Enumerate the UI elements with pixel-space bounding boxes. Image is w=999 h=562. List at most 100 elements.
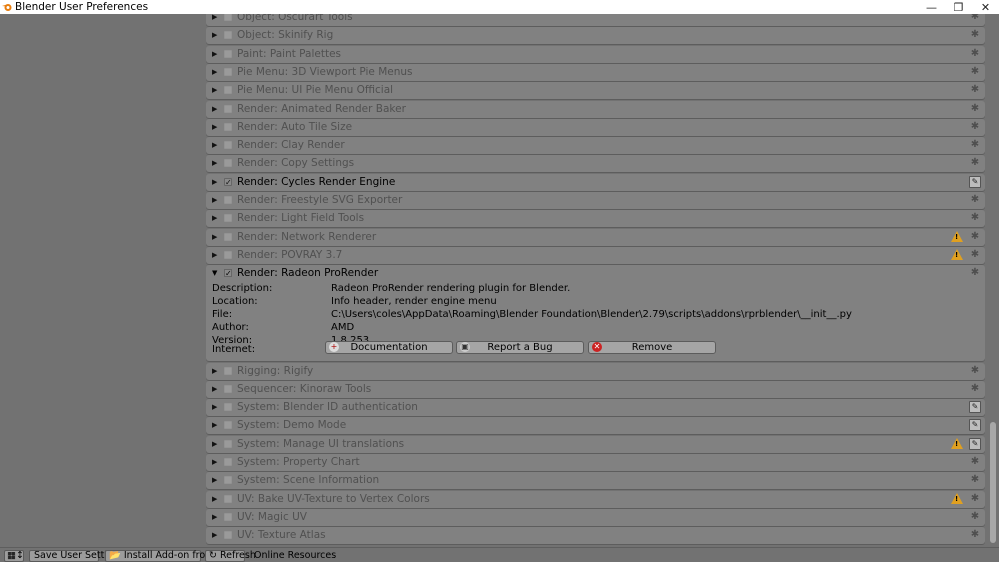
- addon-name: Render: Cycles Render Engine: [237, 175, 396, 188]
- online-resources-menu[interactable]: Online Resources: [251, 550, 339, 562]
- expand-arrow-icon[interactable]: ▶: [212, 454, 220, 471]
- expand-arrow-icon[interactable]: ▶: [212, 509, 220, 526]
- detail-label: Description:: [212, 283, 273, 295]
- addon-name: Render: Radeon ProRender: [237, 267, 379, 280]
- addon-enable-checkbox[interactable]: [224, 14, 232, 21]
- save-user-settings-button[interactable]: Save User Settings: [29, 550, 124, 562]
- expand-arrow-icon[interactable]: ▶: [212, 472, 220, 489]
- addon-name: System: Demo Mode: [237, 419, 347, 432]
- addon-enable-checkbox[interactable]: ✓: [224, 269, 232, 278]
- addon-enable-checkbox[interactable]: [224, 159, 232, 168]
- user-icon: ✱: [970, 474, 980, 486]
- addon-enable-checkbox[interactable]: [224, 421, 232, 430]
- editor-type-button[interactable]: ▦↕: [4, 550, 24, 562]
- expand-arrow-icon[interactable]: ▶: [212, 174, 220, 191]
- addon-enable-checkbox[interactable]: [224, 141, 232, 150]
- addon-row: ▶ Render: POVRAY 3.7 ✱!: [206, 246, 985, 264]
- expand-arrow-icon[interactable]: ▶: [212, 192, 220, 209]
- addon-enable-checkbox[interactable]: [224, 403, 232, 412]
- expand-arrow-icon[interactable]: ▶: [212, 417, 220, 434]
- minimize-icon: —: [926, 0, 937, 14]
- window-titlebar: Blender User Preferences — ❐ ✕: [0, 0, 999, 14]
- minimize-button[interactable]: —: [918, 0, 945, 14]
- install-addon-button[interactable]: 📂 Install Add-on from File...: [105, 550, 242, 562]
- user-icon: ✱: [970, 157, 980, 169]
- addon-name: Object: Oscurart Tools: [237, 14, 353, 23]
- expand-arrow-icon[interactable]: ▶: [212, 82, 220, 99]
- report-bug-button[interactable]: ▣ Report a Bug: [456, 341, 584, 355]
- expand-arrow-icon[interactable]: ▶: [212, 229, 220, 246]
- addon-name: Pie Menu: 3D Viewport Pie Menus: [237, 65, 413, 78]
- addon-enable-checkbox[interactable]: [224, 439, 232, 448]
- detail-label: Author:: [212, 322, 249, 334]
- user-icon: ✱: [970, 102, 980, 114]
- expand-arrow-icon[interactable]: ▶: [212, 247, 220, 264]
- addon-name: Rigging: Rigify: [237, 364, 314, 377]
- addon-row: ▶ UV: Magic UV ✱: [206, 508, 985, 526]
- refresh-button[interactable]: ↻ Refresh: [205, 550, 256, 562]
- addons-list: ▶ Object: Oscurart Tools ✱ ▶ Object: Skinify…: [202, 14, 988, 547]
- addon-name: Render: Clay Render: [237, 139, 345, 152]
- expand-arrow-icon[interactable]: ▶: [212, 46, 220, 63]
- collapse-arrow-icon[interactable]: ▼: [212, 265, 217, 282]
- remove-button[interactable]: ✕ Remove: [588, 341, 716, 355]
- addon-enable-checkbox[interactable]: [224, 476, 232, 485]
- addon-enable-checkbox[interactable]: [224, 49, 232, 58]
- user-icon: ✱: [970, 364, 980, 376]
- expand-arrow-icon[interactable]: ▶: [212, 27, 220, 44]
- addon-name: System: Scene Information: [237, 474, 380, 487]
- expand-arrow-icon[interactable]: ▶: [212, 363, 220, 380]
- expand-arrow-icon[interactable]: ▶: [212, 137, 220, 154]
- expand-arrow-icon[interactable]: ▶: [212, 64, 220, 81]
- expand-arrow-icon[interactable]: ▶: [212, 155, 220, 172]
- expand-arrow-icon[interactable]: ▶: [212, 381, 220, 398]
- close-button[interactable]: ✕: [972, 0, 999, 14]
- addon-enable-checkbox[interactable]: [224, 531, 232, 540]
- scrollbar-thumb[interactable]: [990, 422, 996, 543]
- addon-row: ▶ System: Manage UI translations ✎!: [206, 435, 985, 453]
- expand-arrow-icon[interactable]: ▶: [212, 14, 220, 26]
- online-resources-label: Online Resources: [254, 550, 337, 561]
- documentation-button[interactable]: + Documentation: [325, 341, 453, 355]
- restore-button[interactable]: ❐: [945, 0, 972, 14]
- addon-name: Render: POVRAY 3.7: [237, 248, 343, 261]
- addon-row: ▶ Pie Menu: 3D Viewport Pie Menus ✱: [206, 63, 985, 81]
- footer-bar: ▦↕ Save User Settings 📂 Install Add-on f…: [0, 547, 999, 562]
- addon-enable-checkbox[interactable]: [224, 104, 232, 113]
- expand-arrow-icon[interactable]: ▶: [212, 527, 220, 544]
- addon-enable-checkbox[interactable]: ✓: [224, 177, 232, 186]
- addon-name: UV: Texture Atlas: [237, 529, 326, 542]
- addon-row: ▶ Render: Copy Settings ✱: [206, 155, 985, 173]
- warning-mark: !: [955, 494, 959, 503]
- addon-enable-checkbox[interactable]: [224, 67, 232, 76]
- addon-enable-checkbox[interactable]: [224, 250, 232, 259]
- addon-enable-checkbox[interactable]: [224, 122, 232, 131]
- remove-icon: ✕: [592, 342, 602, 353]
- addon-enable-checkbox[interactable]: [224, 384, 232, 393]
- addon-row: ▶ Pie Menu: UI Pie Menu Official ✱: [206, 82, 985, 100]
- addon-enable-checkbox[interactable]: [224, 458, 232, 466]
- addon-enable-checkbox[interactable]: [224, 86, 232, 95]
- addon-name: Render: Animated Render Baker: [237, 102, 406, 115]
- expand-arrow-icon[interactable]: ▶: [212, 101, 220, 118]
- expand-arrow-icon[interactable]: ▶: [212, 491, 220, 508]
- addon-name: System: Property Chart: [237, 456, 360, 468]
- addon-name: Paint: Paint Palettes: [237, 47, 342, 60]
- addon-enable-checkbox[interactable]: [224, 232, 232, 241]
- expand-arrow-icon[interactable]: ▶: [212, 210, 220, 227]
- expand-arrow-icon[interactable]: ▶: [212, 436, 220, 453]
- window-title: Blender User Preferences: [15, 1, 149, 13]
- addon-row: ▶ Render: Clay Render ✱: [206, 137, 985, 155]
- detail-value: Info header, render engine menu: [331, 296, 497, 308]
- addon-enable-checkbox[interactable]: [224, 196, 232, 204]
- detail-value: Radeon ProRender rendering plugin for Bl…: [331, 283, 571, 295]
- addon-enable-checkbox[interactable]: [224, 366, 232, 375]
- addon-row: ▶ Object: Skinify Rig ✱: [206, 27, 985, 45]
- addon-enable-checkbox[interactable]: [224, 512, 232, 521]
- addon-enable-checkbox[interactable]: [224, 494, 232, 503]
- expand-arrow-icon[interactable]: ▶: [212, 399, 220, 416]
- expand-arrow-icon[interactable]: ▶: [212, 119, 220, 136]
- addon-enable-checkbox[interactable]: [224, 214, 232, 223]
- addon-enable-checkbox[interactable]: [224, 31, 232, 40]
- user-icon: ✱: [970, 47, 980, 59]
